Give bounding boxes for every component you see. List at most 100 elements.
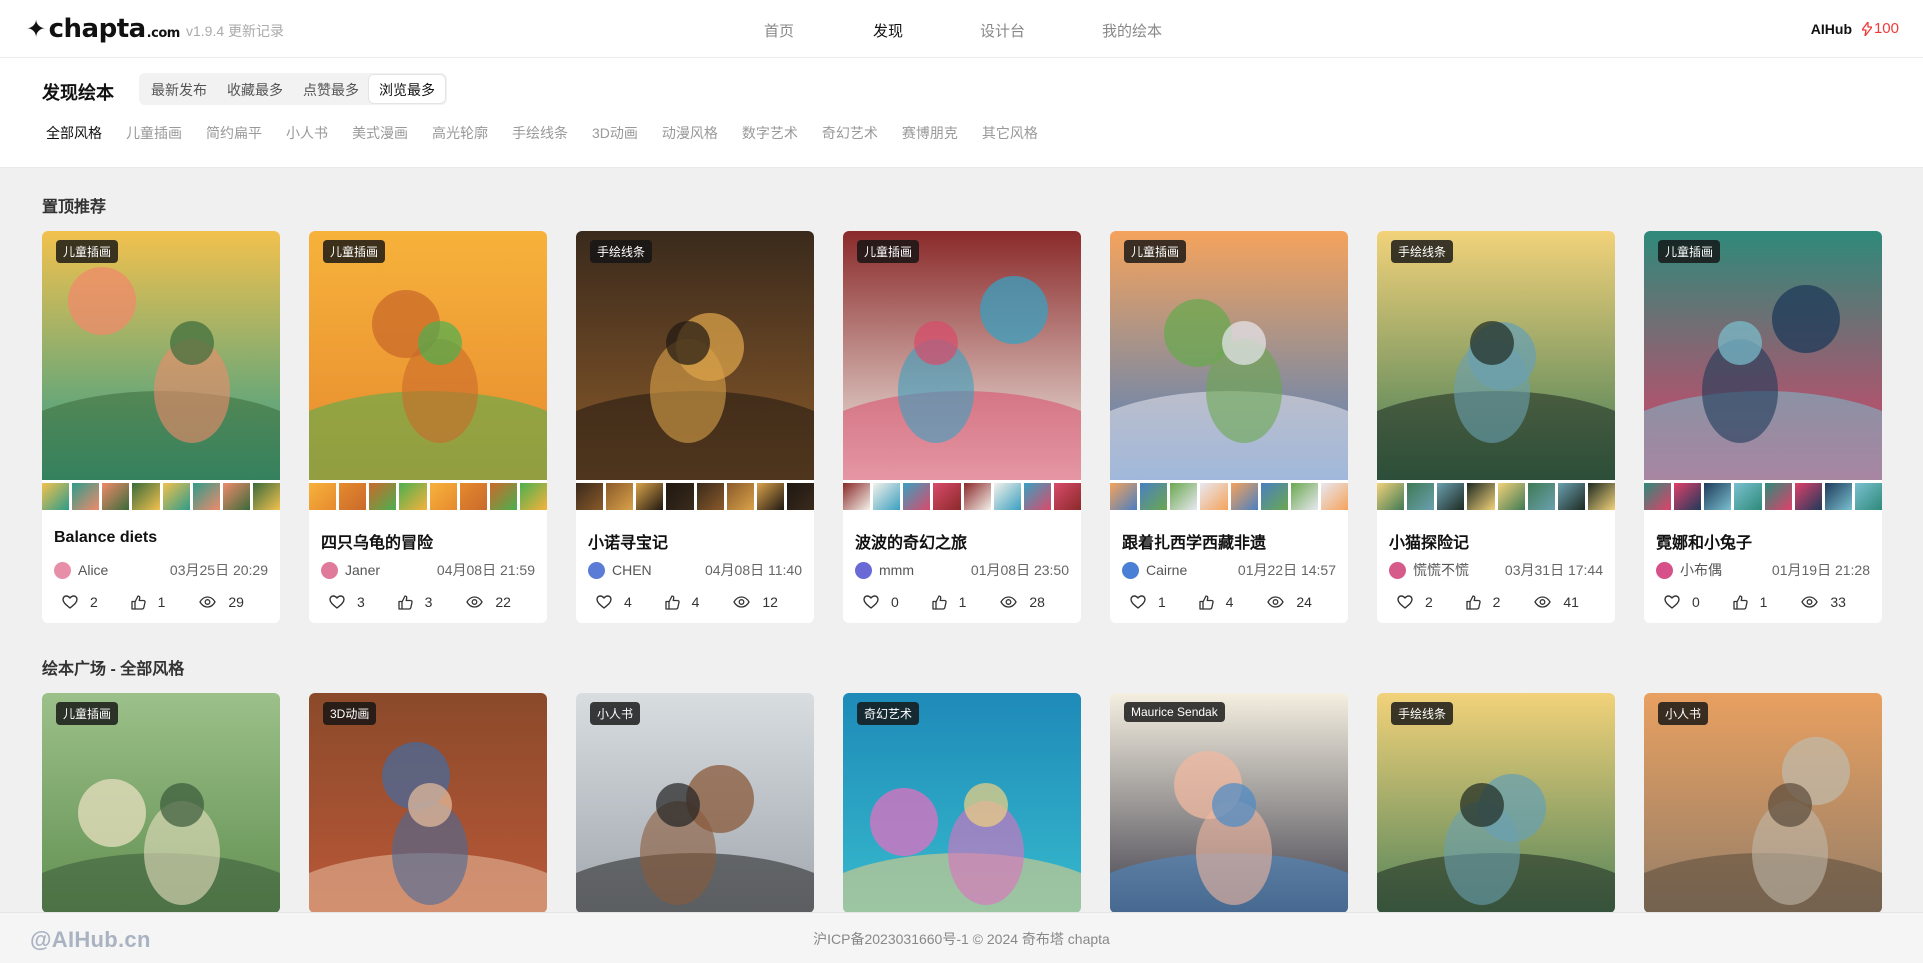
style-tab-hand-drawn[interactable]: 手绘线条 bbox=[512, 123, 568, 143]
page-thumbnail[interactable] bbox=[459, 483, 487, 510]
avatar[interactable] bbox=[54, 561, 71, 579]
like-button[interactable]: 1 bbox=[131, 594, 200, 610]
book-cover[interactable]: 手绘线条 bbox=[1377, 693, 1615, 913]
sort-tab-latest[interactable]: 最新发布 bbox=[141, 75, 217, 103]
page-thumbnail[interactable] bbox=[132, 483, 160, 510]
avatar[interactable] bbox=[855, 561, 872, 579]
nav-home[interactable]: 首页 bbox=[764, 20, 794, 41]
page-thumbnail[interactable] bbox=[252, 483, 280, 510]
page-thumbnail[interactable] bbox=[903, 483, 931, 510]
favorite-button[interactable]: 2 bbox=[62, 594, 131, 610]
page-thumbnail[interactable] bbox=[1053, 483, 1081, 510]
page-thumbnail[interactable] bbox=[519, 483, 547, 510]
style-tab-all[interactable]: 全部风格 bbox=[46, 123, 102, 143]
page-thumbnail[interactable] bbox=[1260, 483, 1288, 510]
page-thumbnail[interactable] bbox=[873, 483, 901, 510]
book-card[interactable]: 手绘线条 小猫探险记 慌慌不慌 03月31日 17:44 2 2 41 bbox=[1377, 231, 1615, 623]
page-thumbnail[interactable] bbox=[339, 483, 367, 510]
favorite-button[interactable]: 2 bbox=[1397, 594, 1466, 610]
book-card[interactable]: 儿童插画 四只乌龟的冒险 Janer 04月08日 21:59 3 3 22 bbox=[309, 231, 547, 623]
author-name[interactable]: Cairne bbox=[1146, 562, 1238, 578]
author-name[interactable]: Alice bbox=[78, 562, 170, 578]
nav-design-studio[interactable]: 设计台 bbox=[980, 20, 1025, 41]
page-thumbnail[interactable] bbox=[1704, 483, 1732, 510]
page-thumbnail[interactable] bbox=[1377, 483, 1405, 510]
page-thumbnail[interactable] bbox=[309, 483, 337, 510]
page-thumbnail[interactable] bbox=[1407, 483, 1435, 510]
page-thumbnail[interactable] bbox=[726, 483, 754, 510]
book-title[interactable]: 小诺寻宝记 bbox=[588, 529, 668, 553]
page-thumbnail[interactable] bbox=[1587, 483, 1615, 510]
page-thumbnail[interactable] bbox=[162, 483, 190, 510]
avatar[interactable] bbox=[588, 561, 605, 579]
page-thumbnail[interactable] bbox=[1170, 483, 1198, 510]
avatar[interactable] bbox=[321, 561, 338, 579]
nav-discover[interactable]: 发现 bbox=[873, 20, 903, 41]
sort-tab-most-viewed[interactable]: 浏览最多 bbox=[369, 75, 445, 103]
book-title[interactable]: Balance diets bbox=[54, 529, 157, 547]
chapta-logo[interactable]: ✦ chapta .com bbox=[26, 14, 180, 44]
style-tab-other[interactable]: 其它风格 bbox=[982, 123, 1038, 143]
book-title[interactable]: 跟着扎西学西藏非遗 bbox=[1122, 529, 1266, 553]
book-cover[interactable]: 3D动画 bbox=[309, 693, 547, 913]
page-thumbnail[interactable] bbox=[369, 483, 397, 510]
book-cover[interactable]: 儿童插画 bbox=[42, 693, 280, 913]
book-cover[interactable]: 儿童插画 bbox=[843, 231, 1081, 480]
book-card[interactable]: 儿童插画 跟着扎西学西藏非遗 Cairne 01月22日 14:57 1 4 24 bbox=[1110, 231, 1348, 623]
page-thumbnail[interactable] bbox=[963, 483, 991, 510]
page-thumbnail[interactable] bbox=[666, 483, 694, 510]
page-thumbnail[interactable] bbox=[1290, 483, 1318, 510]
book-title[interactable]: 霓娜和小兔子 bbox=[1656, 529, 1752, 553]
sort-tab-most-liked[interactable]: 点赞最多 bbox=[293, 75, 369, 103]
book-cover[interactable]: 小人书 bbox=[576, 693, 814, 913]
book-card[interactable]: 儿童插画 波波的奇幻之旅 mmm 01月08日 23:50 0 1 28 bbox=[843, 231, 1081, 623]
book-cover[interactable]: 儿童插画 bbox=[1644, 231, 1882, 480]
page-thumbnail[interactable] bbox=[102, 483, 130, 510]
author-name[interactable]: CHEN bbox=[612, 562, 705, 578]
page-thumbnail[interactable] bbox=[933, 483, 961, 510]
page-thumbnail[interactable] bbox=[1140, 483, 1168, 510]
book-card[interactable]: 小人书 bbox=[576, 693, 814, 913]
page-thumbnail[interactable] bbox=[1764, 483, 1792, 510]
book-title[interactable]: 波波的奇幻之旅 bbox=[855, 529, 967, 553]
book-title[interactable]: 四只乌龟的冒险 bbox=[321, 529, 433, 553]
page-thumbnail[interactable] bbox=[489, 483, 517, 510]
like-button[interactable]: 4 bbox=[665, 594, 734, 610]
page-thumbnail[interactable] bbox=[1527, 483, 1555, 510]
page-thumbnail[interactable] bbox=[1200, 483, 1228, 510]
page-thumbnail[interactable] bbox=[1734, 483, 1762, 510]
book-cover[interactable]: 手绘线条 bbox=[1377, 231, 1615, 480]
book-title[interactable]: 小猫探险记 bbox=[1389, 529, 1469, 553]
page-thumbnail[interactable] bbox=[42, 483, 70, 510]
page-thumbnail[interactable] bbox=[993, 483, 1021, 510]
avatar[interactable] bbox=[1122, 561, 1139, 579]
author-name[interactable]: 慌慌不慌 bbox=[1413, 560, 1505, 580]
author-name[interactable]: 小布偶 bbox=[1680, 560, 1772, 580]
credits-balance[interactable]: 100 bbox=[1861, 20, 1899, 37]
avatar[interactable] bbox=[1656, 561, 1673, 579]
page-thumbnail[interactable] bbox=[606, 483, 634, 510]
page-thumbnail[interactable] bbox=[72, 483, 100, 510]
like-button[interactable]: 1 bbox=[932, 594, 1001, 610]
page-thumbnail[interactable] bbox=[399, 483, 427, 510]
nav-my-books[interactable]: 我的绘本 bbox=[1102, 20, 1162, 41]
favorite-button[interactable]: 0 bbox=[1664, 594, 1733, 610]
book-card[interactable]: 手绘线条 bbox=[1377, 693, 1615, 913]
page-thumbnail[interactable] bbox=[756, 483, 784, 510]
style-tab-cyberpunk[interactable]: 赛博朋克 bbox=[902, 123, 958, 143]
page-thumbnail[interactable] bbox=[1437, 483, 1465, 510]
page-thumbnail[interactable] bbox=[786, 483, 814, 510]
like-button[interactable]: 3 bbox=[398, 594, 467, 610]
page-thumbnail[interactable] bbox=[696, 483, 724, 510]
avatar[interactable] bbox=[1389, 561, 1406, 579]
book-cover[interactable]: Maurice Sendak bbox=[1110, 693, 1348, 913]
page-thumbnail[interactable] bbox=[1467, 483, 1495, 510]
book-cover[interactable]: 儿童插画 bbox=[42, 231, 280, 480]
page-thumbnail[interactable] bbox=[636, 483, 664, 510]
book-cover[interactable]: 奇幻艺术 bbox=[843, 693, 1081, 913]
style-tab-children-illustration[interactable]: 儿童插画 bbox=[126, 123, 182, 143]
favorite-button[interactable]: 0 bbox=[863, 594, 932, 610]
version-changelog-link[interactable]: v1.9.4 更新记录 bbox=[186, 21, 284, 41]
page-thumbnail[interactable] bbox=[222, 483, 250, 510]
like-button[interactable]: 4 bbox=[1199, 594, 1268, 610]
